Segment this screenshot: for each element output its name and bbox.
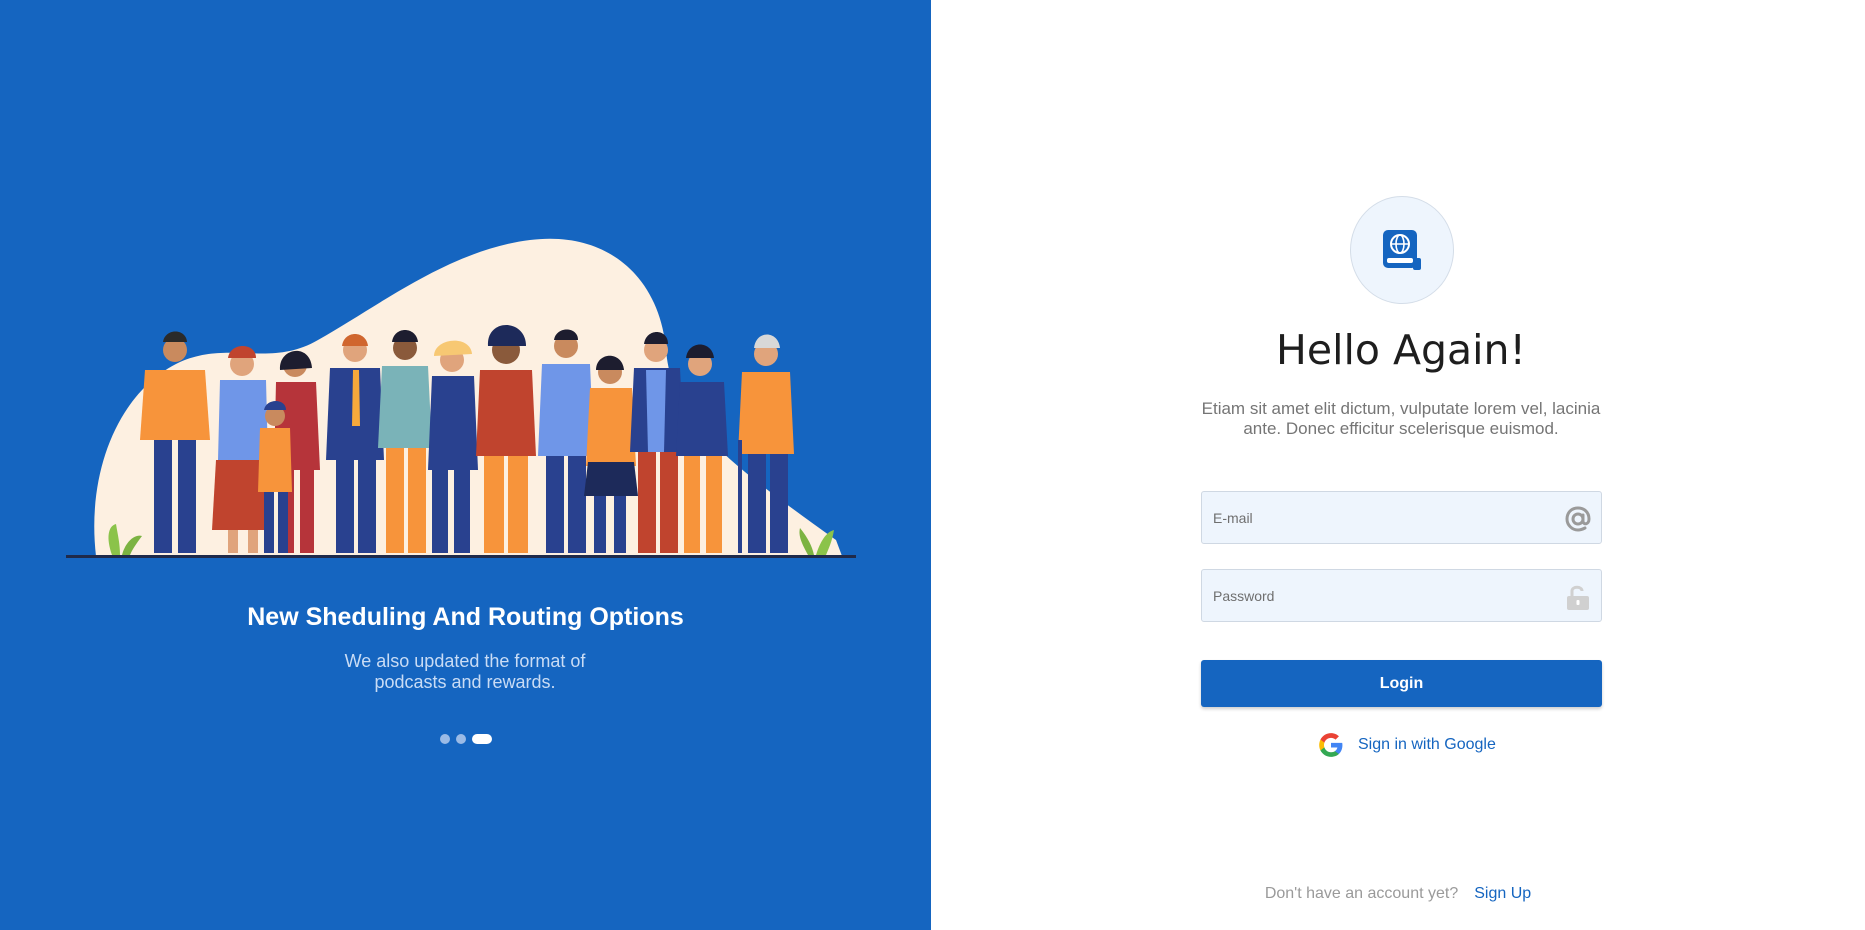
description-text: Etiam sit amet elit dictum, vulputate lo… bbox=[1201, 399, 1601, 438]
page-title: Hello Again! bbox=[1276, 326, 1526, 374]
onboarding-panel: New Sheduling And Routing Options We als… bbox=[0, 0, 931, 930]
google-signin-label: Sign in with Google bbox=[1358, 736, 1496, 753]
slide-subtitle: We also updated the format of podcasts a… bbox=[344, 651, 586, 692]
email-field bbox=[1201, 491, 1602, 544]
signup-prompt: Don't have an account yet? bbox=[1264, 885, 1459, 902]
google-signin-button[interactable]: Sign in with Google bbox=[1318, 732, 1496, 758]
password-field bbox=[1201, 569, 1602, 622]
slide-title: New Sheduling And Routing Options bbox=[247, 603, 684, 631]
carousel-dot-2[interactable] bbox=[455, 734, 466, 744]
login-button[interactable]: Login bbox=[1201, 660, 1602, 707]
signup-row: Don't have an account yet? Sign Up bbox=[931, 885, 1865, 903]
carousel-indicators bbox=[0, 734, 931, 744]
carousel-dot-1[interactable] bbox=[439, 734, 450, 744]
app-logo bbox=[1350, 196, 1454, 304]
signup-link[interactable]: Sign Up bbox=[1474, 885, 1531, 902]
globe-book-icon bbox=[1383, 230, 1421, 270]
login-panel: Hello Again! Etiam sit amet elit dictum,… bbox=[931, 0, 1865, 930]
people-group-illustration bbox=[66, 238, 856, 558]
carousel-dot-3[interactable] bbox=[471, 734, 492, 744]
email-input[interactable] bbox=[1202, 492, 1601, 543]
at-sign-icon bbox=[1565, 506, 1591, 532]
lock-icon bbox=[1567, 585, 1589, 610]
google-icon bbox=[1319, 733, 1343, 757]
password-input[interactable] bbox=[1202, 570, 1601, 621]
